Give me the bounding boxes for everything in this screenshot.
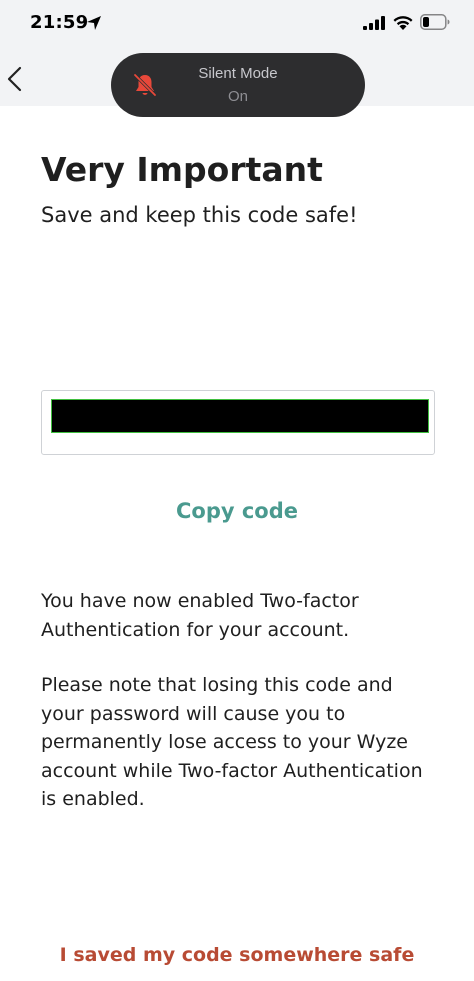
enabled-message: You have now enabled Two-factor Authenti… (41, 590, 359, 641)
confirm-saved-button[interactable]: I saved my code somewhere safe (0, 944, 474, 966)
warning-message: Please note that losing this code and yo… (41, 674, 423, 810)
page: 21:59 Silent Mode On Very Important Save… (0, 0, 474, 981)
redacted-code (51, 399, 429, 433)
wifi-icon (393, 16, 413, 30)
silent-mode-title: Silent Mode (198, 65, 278, 82)
recovery-code-field (41, 390, 435, 455)
page-subtitle: Save and keep this code safe! (41, 203, 358, 227)
back-button[interactable] (0, 58, 36, 98)
location-arrow-icon (87, 16, 101, 30)
chevron-left-icon (7, 66, 22, 92)
status-time: 21:59 (30, 12, 89, 33)
bell-slash-icon (133, 73, 157, 97)
silent-mode-banner: Silent Mode On (111, 53, 365, 117)
silent-mode-state: On (227, 88, 248, 105)
page-title: Very Important (41, 150, 323, 189)
battery-icon (420, 14, 450, 30)
cellular-signal-icon (363, 16, 385, 30)
copy-code-button[interactable]: Copy code (0, 499, 474, 523)
status-bar: 21:59 (0, 0, 474, 48)
